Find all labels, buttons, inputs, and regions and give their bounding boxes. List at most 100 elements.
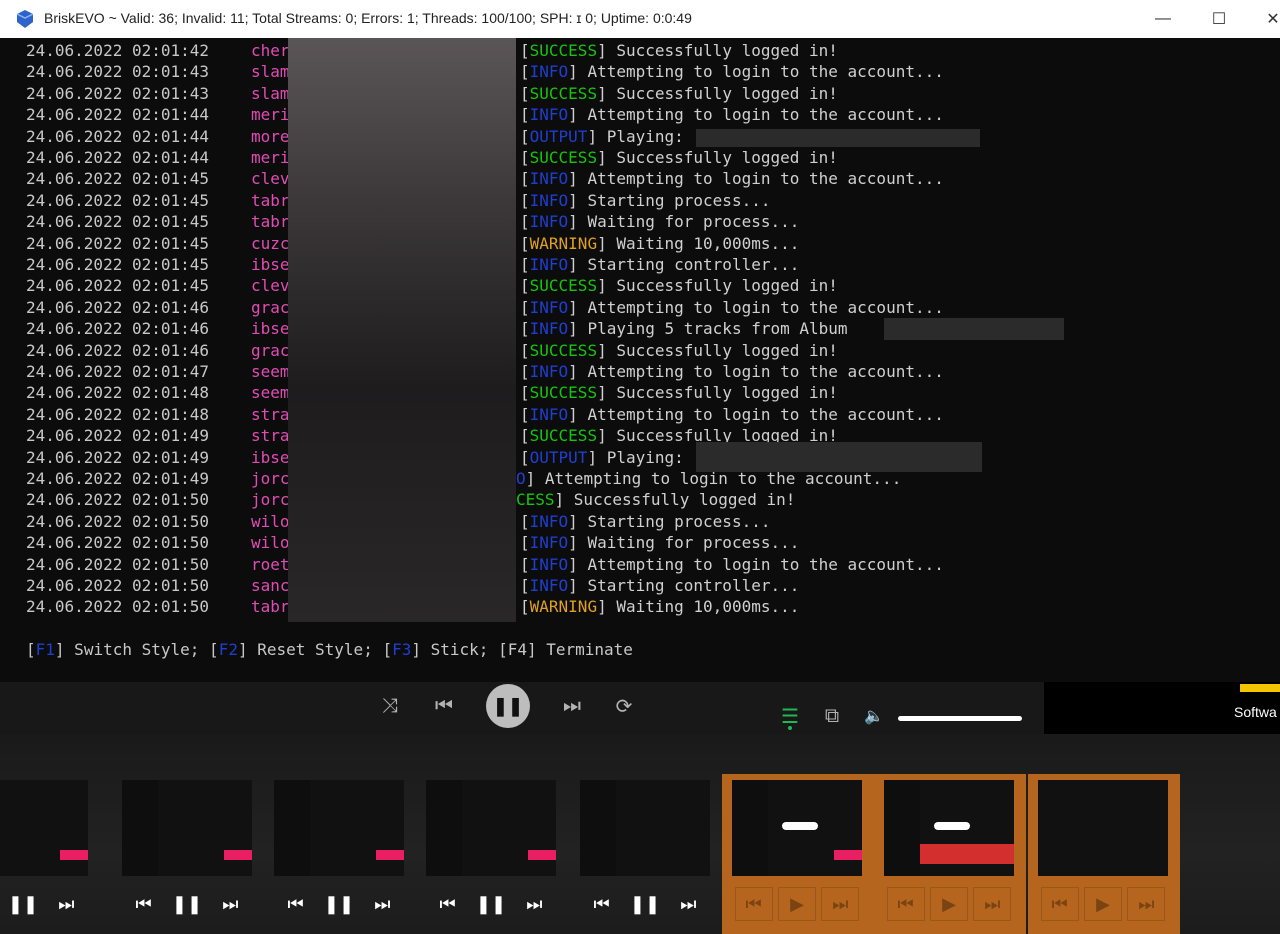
log-level-tag: INFO <box>529 554 569 574</box>
next-icon[interactable]: ⏭ <box>821 887 860 921</box>
pause-icon[interactable]: ❚❚ <box>169 888 205 920</box>
hotkey-bar: [F1] Switch Style; [F2] Reset Style; [F3… <box>26 640 633 659</box>
log-timestamp: 24.06.2022 02:01:44 <box>26 126 210 146</box>
next-icon[interactable]: ⏭ <box>556 690 588 722</box>
pause-icon[interactable]: ❚❚ <box>473 888 509 920</box>
pause-icon[interactable]: ❚❚ <box>5 888 41 920</box>
thumbnail-preview[interactable] <box>274 780 404 876</box>
thumbnail-controls: ⏮❚❚⏭ <box>0 886 88 922</box>
shuffle-icon[interactable]: ⤨ <box>374 690 406 722</box>
maximize-button[interactable]: ☐ <box>1196 0 1242 38</box>
window-thumbnail[interactable]: ⏮❚❚⏭ <box>416 774 568 934</box>
window-thumbnail[interactable]: ⏮❚❚⏭ <box>0 774 100 934</box>
previous-icon[interactable]: ⏮ <box>1040 887 1079 921</box>
log-level-tag: SUCCESS <box>529 276 598 296</box>
console-output[interactable]: 24.06.2022 02:01:50 tabr [WARNING] Waiting… <box>0 38 1280 682</box>
previous-icon[interactable]: ⏮ <box>428 690 460 722</box>
thumbnail-controls: ⏮❚❚⏭ <box>122 886 252 922</box>
preview-button <box>376 850 404 860</box>
log-level-tag: INFO <box>529 511 569 531</box>
next-icon[interactable]: ⏭ <box>1127 887 1166 921</box>
title-bar[interactable]: BriskEVO ~ Valid: 36; Invalid: 11; Total… <box>0 0 1280 38</box>
log-account: tabr <box>251 190 290 210</box>
thumbnail-preview[interactable] <box>426 780 556 876</box>
log-level-tag: INFO <box>529 533 569 553</box>
log-timestamp: 24.06.2022 02:01:45 <box>26 190 210 210</box>
window-thumbnail[interactable]: ⏮❚❚⏭ <box>570 774 722 934</box>
log-account: stra <box>251 426 290 446</box>
play-icon[interactable]: ▶ <box>777 887 816 921</box>
log-message: [INFO] Starting controller... <box>520 255 800 274</box>
previous-icon[interactable]: ⏮ <box>126 888 162 920</box>
hotkey-f3[interactable]: F3 <box>392 640 411 659</box>
log-text: Successfully logged in! <box>606 148 838 167</box>
log-level-tag: INFO <box>529 297 569 317</box>
previous-icon[interactable]: ⏮ <box>734 887 773 921</box>
pause-button[interactable]: ❚❚ <box>486 684 530 728</box>
window-thumbnail[interactable]: ⏮❚❚⏭ <box>264 774 416 934</box>
window-thumbnail[interactable]: ⏮ ▶ ⏭ <box>1028 774 1180 934</box>
log-account: slam <box>251 62 290 82</box>
previous-icon[interactable]: ⏮ <box>886 887 925 921</box>
repeat-icon[interactable]: ⟳ <box>608 690 640 722</box>
thumbnail-preview[interactable] <box>1038 780 1168 876</box>
previous-icon[interactable]: ⏮ <box>584 888 620 920</box>
log-account: ibse <box>251 447 290 467</box>
previous-icon[interactable]: ⏮ <box>430 888 466 920</box>
next-icon[interactable]: ⏭ <box>973 887 1012 921</box>
log-timestamp: 24.06.2022 02:01:44 <box>26 148 210 167</box>
thumbnail-preview[interactable] <box>732 780 862 876</box>
log-timestamp: 24.06.2022 02:01:48 <box>26 383 210 403</box>
minimize-button[interactable]: — <box>1140 0 1186 38</box>
log-message: [INFO] Attempting to login to the accoun… <box>520 105 944 125</box>
pause-icon[interactable]: ❚❚ <box>321 888 357 920</box>
log-message: CESS] Successfully logged in! <box>516 489 795 510</box>
log-account: cuzc <box>251 233 290 253</box>
play-icon[interactable]: ▶ <box>929 887 968 921</box>
log-timestamp: 24.06.2022 02:01:50 <box>26 533 210 553</box>
preview-banner <box>920 844 1014 864</box>
log-level-tag: INFO <box>529 404 569 424</box>
next-icon[interactable]: ⏭ <box>212 888 248 920</box>
close-button[interactable]: ✕ <box>1250 0 1280 38</box>
next-icon[interactable]: ⏭ <box>364 888 400 920</box>
log-message: [INFO] Attempting to login to the accoun… <box>520 169 944 189</box>
thumbnail-controls: ⏮❚❚⏭ <box>580 886 710 922</box>
window-thumbnail[interactable]: ⏮ ▶ ⏭ <box>722 774 874 934</box>
thumbnail-preview[interactable] <box>580 780 710 876</box>
log-message: [INFO] Attempting to login to the accoun… <box>520 62 944 82</box>
log-text: Attempting to login to the account... <box>577 169 944 189</box>
log-level-tag: INFO <box>529 62 569 82</box>
next-icon[interactable]: ⏭ <box>516 888 552 920</box>
window-thumbnail[interactable]: ⏮ ▶ ⏭ <box>874 774 1026 934</box>
previous-icon[interactable]: ⏮ <box>278 888 314 920</box>
preview-sidebar <box>274 780 310 876</box>
preview-sidebar <box>122 780 158 876</box>
window-thumbnail[interactable]: ⏮❚❚⏭ <box>112 774 264 934</box>
hotkey-f4[interactable]: F4 <box>508 640 527 659</box>
preview-button <box>60 850 88 860</box>
log-timestamp: 24.06.2022 02:01:44 <box>26 105 210 125</box>
preview-sidebar <box>426 780 462 876</box>
volume-icon[interactable]: 🔈 <box>860 702 888 730</box>
hotkey-f1[interactable]: F1 <box>36 640 55 659</box>
log-account: more <box>251 126 290 146</box>
log-message: [SUCCESS] Successfully logged in! <box>520 383 838 403</box>
log-message: [WARNING] Waiting 10,000ms... <box>520 233 800 253</box>
thumbnail-preview[interactable] <box>0 780 88 876</box>
volume-slider[interactable] <box>898 716 1022 721</box>
thumbnail-preview[interactable] <box>122 780 252 876</box>
hotkey-f2[interactable]: F2 <box>219 640 238 659</box>
log-level-tag: SUCCESS <box>529 41 598 60</box>
pause-icon[interactable]: ❚❚ <box>627 888 663 920</box>
thumbnail-controls: ⏮ ▶ ⏭ <box>884 886 1014 922</box>
thumbnail-preview[interactable] <box>884 780 1014 876</box>
next-icon[interactable]: ⏭ <box>670 888 706 920</box>
log-account: roet <box>251 554 290 574</box>
player-controls: ⤨ ⏮ ❚❚ ⏭ ⟳ ☰ ⧉ 🔈 <box>0 682 1044 734</box>
log-text: Waiting for process... <box>577 533 800 553</box>
next-icon[interactable]: ⏭ <box>48 888 84 920</box>
devices-icon[interactable]: ⧉ <box>818 702 846 730</box>
play-icon[interactable]: ▶ <box>1083 887 1122 921</box>
redacted-region <box>288 38 516 622</box>
